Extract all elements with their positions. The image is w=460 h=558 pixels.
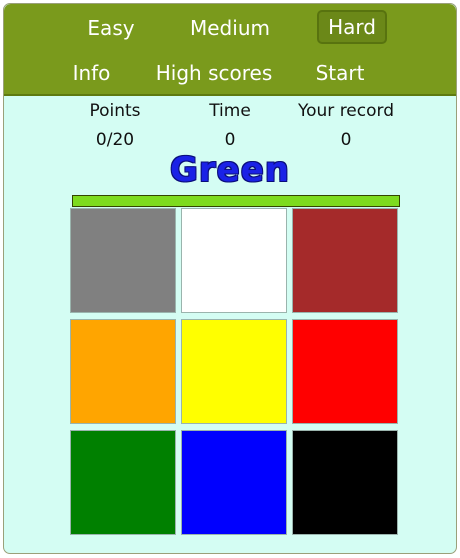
menu-item-hard[interactable]: Hard <box>317 10 387 44</box>
menu-item-high-scores[interactable]: High scores <box>144 58 284 92</box>
menu-item-medium[interactable]: Medium <box>176 13 284 47</box>
menu-item-info[interactable]: Info <box>49 58 134 92</box>
menu-bar: Easy Medium Hard Info High scores Start <box>4 4 456 96</box>
color-tile-orange[interactable] <box>70 319 176 424</box>
timer-bar <box>72 195 400 207</box>
game-window: Easy Medium Hard Info High scores Start … <box>3 3 457 554</box>
color-tile-yellow[interactable] <box>181 319 287 424</box>
color-tile-brown[interactable] <box>292 208 398 313</box>
timer-bar-fill <box>73 196 399 206</box>
color-tile-green[interactable] <box>70 430 176 535</box>
points-value: 0/20 <box>95 130 135 150</box>
color-tile-red[interactable] <box>292 319 398 424</box>
target-color-word: Green <box>170 150 290 190</box>
menu-item-easy[interactable]: Easy <box>66 13 156 47</box>
color-tile-black[interactable] <box>292 430 398 535</box>
menu-item-start[interactable]: Start <box>300 58 380 92</box>
color-grid <box>70 208 404 542</box>
time-value: 0 <box>224 130 236 150</box>
color-tile-gray[interactable] <box>70 208 176 313</box>
record-value: 0 <box>340 130 352 150</box>
color-tile-blue[interactable] <box>181 430 287 535</box>
points-label: Points <box>89 101 141 121</box>
record-label: Your record <box>298 101 394 121</box>
color-tile-white[interactable] <box>181 208 287 313</box>
time-label: Time <box>209 101 251 121</box>
